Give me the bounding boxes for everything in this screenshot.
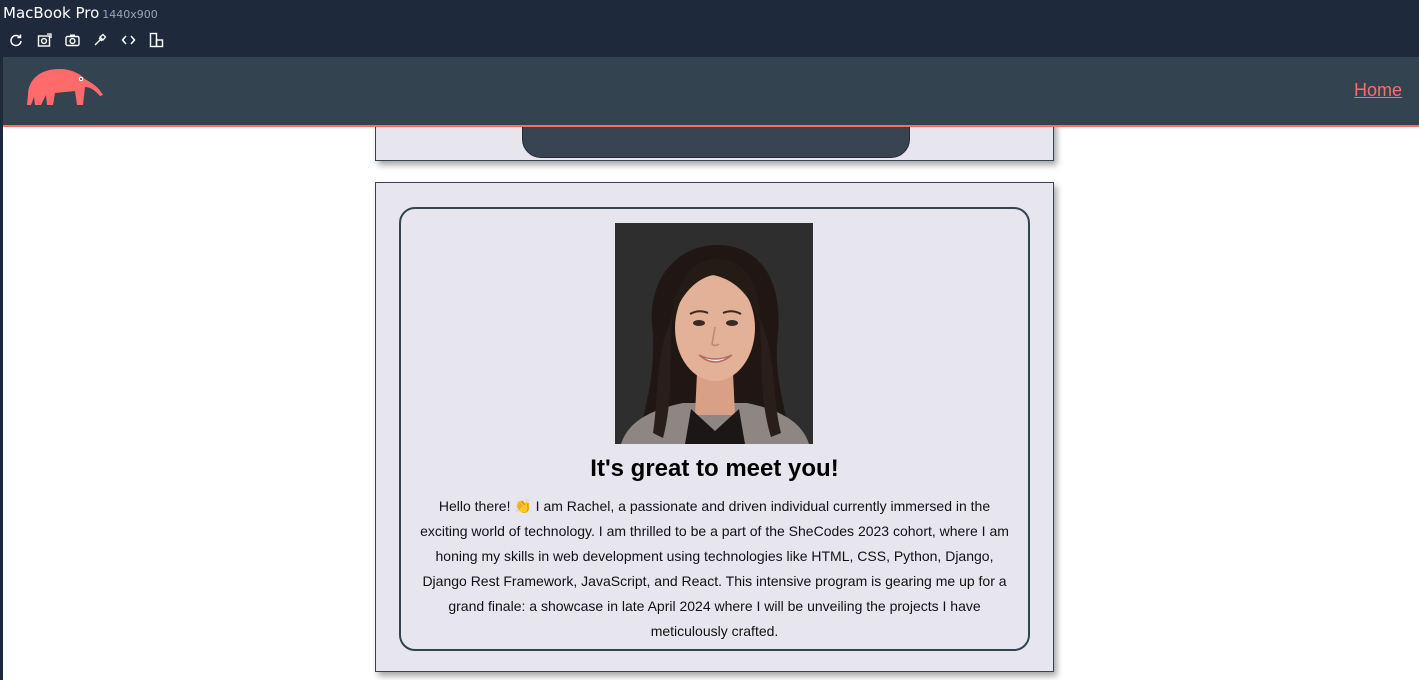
page-viewport: It's great to meet you! Hello there! 👏 I… — [3, 57, 1419, 680]
profile-photo-illustration — [615, 223, 813, 444]
anteater-logo-icon[interactable] — [25, 65, 105, 107]
layout-icon[interactable] — [148, 32, 164, 48]
about-bio: Hello there! 👏 I am Rachel, a passionate… — [420, 498, 1009, 639]
refresh-icon[interactable] — [8, 32, 24, 48]
about-card: It's great to meet you! Hello there! 👏 I… — [375, 182, 1054, 672]
device-tools — [8, 32, 164, 48]
nav-home-link[interactable]: Home — [1354, 80, 1402, 101]
device-resolution: 1440x900 — [102, 8, 158, 21]
screenshot-full-icon[interactable] — [36, 32, 52, 48]
eyedropper-icon[interactable] — [92, 32, 108, 48]
device-name: MacBook Pro — [3, 4, 100, 22]
device-toolbar: MacBook Pro 1440x900 — [0, 0, 1419, 57]
about-heading: It's great to meet you! — [590, 455, 839, 482]
code-icon[interactable] — [120, 32, 136, 48]
camera-icon[interactable] — [64, 32, 80, 48]
about-card-inner: It's great to meet you! Hello there! 👏 I… — [399, 207, 1030, 651]
device-title: MacBook Pro 1440x900 — [3, 4, 158, 22]
profile-photo — [615, 223, 813, 444]
site-navbar: Home — [3, 57, 1419, 127]
